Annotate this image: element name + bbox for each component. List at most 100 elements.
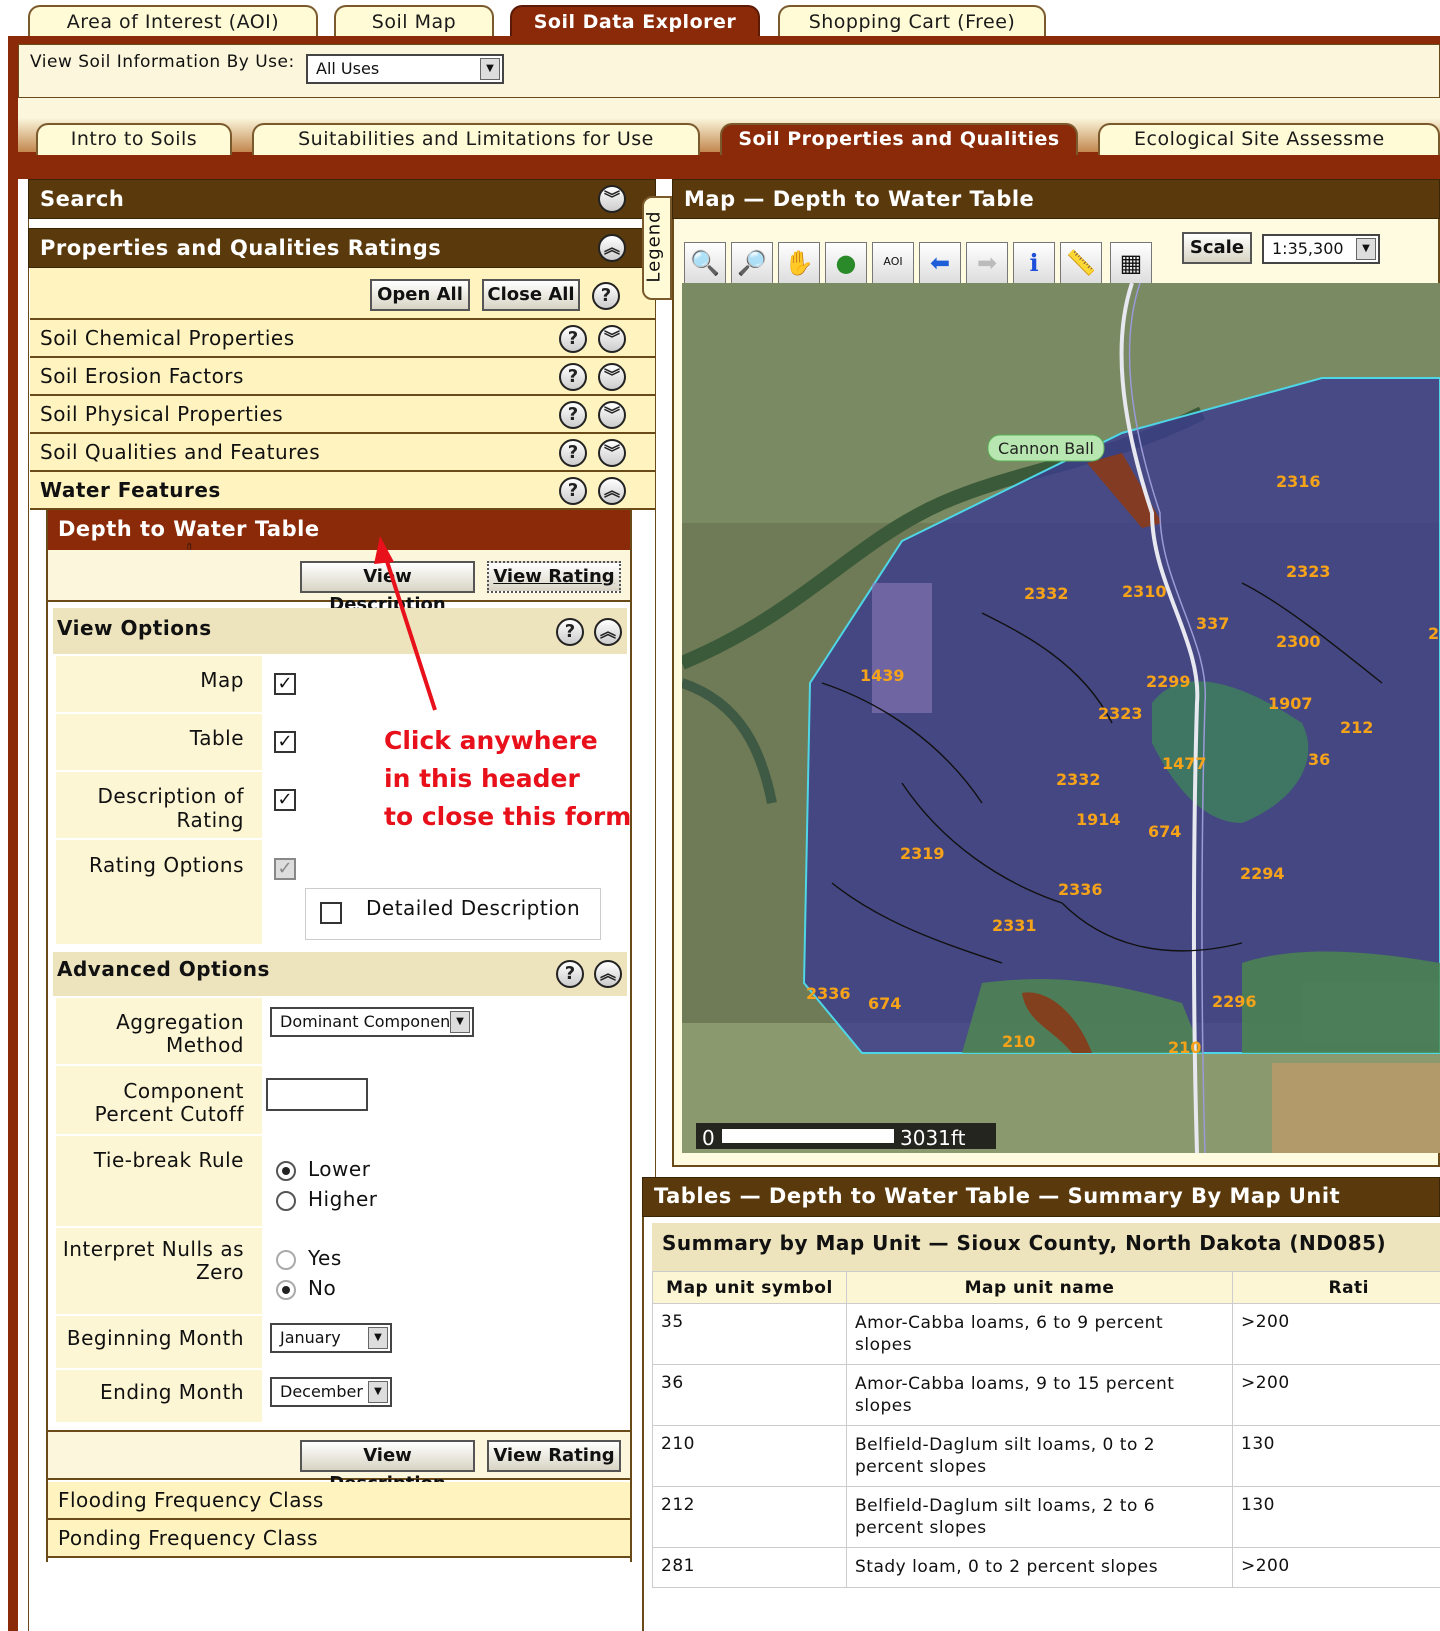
description-option-label-2: Rating <box>176 808 244 832</box>
tab-intro-to-soils[interactable]: Intro to Soils <box>36 123 232 155</box>
map-unit-label: 2300 <box>1276 632 1321 651</box>
zoom-out-icon[interactable]: 🔎 <box>731 242 773 284</box>
rating-value: 130 <box>1232 1425 1440 1487</box>
flooding-frequency-item[interactable]: Flooding Frequency Class <box>48 1482 630 1520</box>
map-checkbox[interactable]: ✓ <box>274 673 296 695</box>
close-all-button[interactable]: Close All <box>482 279 580 311</box>
use-filter-value: All Uses <box>316 59 380 78</box>
tab-soil-data-explorer[interactable]: Soil Data Explorer <box>510 5 760 39</box>
map-unit-name: Stady loam, 0 to 2 percent slopes <box>846 1547 1233 1588</box>
forward-arrow-icon[interactable]: ➡ <box>966 242 1008 284</box>
beginning-month-select[interactable]: January ▼ <box>270 1323 392 1353</box>
help-icon[interactable]: ? <box>559 477 587 505</box>
expand-down-icon[interactable]: ︾ <box>598 325 626 353</box>
yes-radio <box>276 1250 296 1270</box>
info-icon[interactable]: ℹ <box>1013 242 1055 284</box>
lower-radio[interactable] <box>276 1161 296 1181</box>
view-description-button[interactable]: View Description <box>300 1440 475 1494</box>
layers-icon[interactable]: ▦ <box>1110 242 1152 284</box>
map-header: Map — Depth to Water Table <box>672 179 1440 219</box>
search-header[interactable]: Search <box>28 179 656 219</box>
advanced-options-header[interactable]: Advanced Options <box>53 952 627 996</box>
description-checkbox[interactable]: ✓ <box>274 789 296 811</box>
use-filter-select[interactable]: All Uses ▼ <box>306 54 504 84</box>
name-line: Amor-Cabba loams, 6 to 9 percent <box>855 1313 1164 1333</box>
no-label: No <box>308 1276 337 1300</box>
tab-soil-properties[interactable]: Soil Properties and Qualities <box>720 123 1078 155</box>
category-label: Soil Qualities and Features <box>40 440 321 464</box>
tab-suitabilities[interactable]: Suitabilities and Limitations for Use <box>252 123 700 155</box>
tab-soil-map[interactable]: Soil Map <box>334 5 494 39</box>
tab-shopping-cart[interactable]: Shopping Cart (Free) <box>778 5 1046 39</box>
rating-value: >200 <box>1232 1364 1440 1426</box>
column-header[interactable]: Map unit name <box>846 1271 1233 1304</box>
ending-month-select[interactable]: December ▼ <box>270 1377 392 1407</box>
expand-down-icon[interactable]: ︾ <box>598 185 626 213</box>
help-icon[interactable]: ? <box>556 960 584 988</box>
column-header[interactable]: Rati <box>1232 1271 1440 1304</box>
map-unit-name: Amor-Cabba loams, 9 to 15 percent slopes <box>846 1364 1233 1426</box>
help-icon[interactable]: ? <box>559 363 587 391</box>
view-rating-button[interactable]: View Rating <box>487 561 621 593</box>
help-icon[interactable]: ? <box>559 325 587 353</box>
map-imagery: Cannon Ball 2316 2323 2332 2310 337 2300… <box>682 283 1440 1153</box>
category-label: Soil Erosion Factors <box>40 364 244 388</box>
map-unit-label: 2323 <box>1286 562 1331 581</box>
tab-area-of-interest[interactable]: Area of Interest (AOI) <box>28 5 318 39</box>
name-line: Stady loam, 0 to 2 percent slopes <box>855 1557 1159 1577</box>
table-checkbox[interactable]: ✓ <box>274 731 296 753</box>
scale-select[interactable]: 1:35,300 ▼ <box>1262 234 1380 264</box>
ratings-header[interactable]: Properties and Qualities Ratings <box>28 228 656 268</box>
depth-to-water-table-header[interactable]: Depth to Water Table <box>48 510 630 550</box>
map-canvas[interactable]: Cannon Ball 2316 2323 2332 2310 337 2300… <box>682 283 1440 1153</box>
measure-ruler-icon[interactable]: 📏 <box>1060 242 1102 284</box>
view-rating-button[interactable]: View Rating <box>487 1440 621 1472</box>
help-icon[interactable]: ? <box>559 439 587 467</box>
expand-down-icon[interactable]: ︾ <box>598 439 626 467</box>
expand-down-icon[interactable]: ︾ <box>598 401 626 429</box>
map-unit-label: 1907 <box>1268 694 1313 713</box>
globe-icon[interactable]: ● <box>825 242 867 284</box>
zoom-in-icon[interactable]: 🔍 <box>684 242 726 284</box>
scale-value: 1:35,300 <box>1272 239 1344 258</box>
map-unit-label: 2332 <box>1024 584 1069 603</box>
define-aoi-icon[interactable]: AOI <box>872 242 914 284</box>
scale-button[interactable]: Scale <box>1182 232 1252 264</box>
view-options-header[interactable]: View Options <box>53 608 627 654</box>
ponding-frequency-item[interactable]: Ponding Frequency Class <box>48 1520 630 1558</box>
table-row: 210 Belfield-Daglum silt loams, 0 to 2 pe… <box>652 1425 1440 1487</box>
annotation-line: Click anywhere <box>384 726 598 755</box>
map-unit-label: 2 <box>1428 624 1439 643</box>
cutoff-input[interactable] <box>266 1078 368 1111</box>
higher-radio[interactable] <box>276 1191 296 1211</box>
detailed-description-label: Detailed Description <box>366 896 581 920</box>
pan-hand-icon[interactable]: ✋ <box>778 242 820 284</box>
expand-down-icon[interactable]: ︾ <box>598 363 626 391</box>
chevron-down-icon: ▼ <box>1356 238 1376 260</box>
aggregation-select[interactable]: Dominant Component ▼ <box>270 1007 474 1037</box>
map-label-cannon-ball: Cannon Ball <box>987 434 1105 462</box>
open-all-button[interactable]: Open All <box>370 279 470 311</box>
help-icon[interactable]: ? <box>592 282 620 310</box>
column-header[interactable]: Map unit symbol <box>652 1271 847 1304</box>
collapse-up-icon[interactable]: ︽ <box>598 477 626 505</box>
table-row: 36 Amor-Cabba loams, 9 to 15 percent slop… <box>652 1364 1440 1426</box>
annotation-text: Click anywhere in this header to close t… <box>384 722 631 836</box>
collapse-up-icon[interactable]: ︽ <box>594 618 622 646</box>
map-unit-label: 1439 <box>860 666 905 685</box>
back-arrow-icon[interactable]: ⬅ <box>919 242 961 284</box>
name-line: Belfield-Daglum silt loams, 2 to 6 <box>855 1496 1156 1516</box>
help-icon[interactable]: ? <box>559 401 587 429</box>
map-unit-label: 1914 <box>1076 810 1121 829</box>
map-unit-label: 2331 <box>992 916 1037 935</box>
detailed-description-checkbox[interactable] <box>320 902 342 924</box>
rating-options-label: Rating Options <box>88 853 244 877</box>
collapse-up-icon[interactable]: ︽ <box>598 234 626 262</box>
help-icon[interactable]: ? <box>556 618 584 646</box>
tables-subtitle: Summary by Map Unit — Sioux County, Nort… <box>662 1231 1387 1255</box>
tab-ecological-site[interactable]: Ecological Site Assessme <box>1098 123 1440 155</box>
ponding-label: Ponding Frequency Class <box>58 1526 319 1550</box>
chevron-down-icon: ▼ <box>368 1327 388 1349</box>
table-row: 35 Amor-Cabba loams, 6 to 9 percent slope… <box>652 1303 1440 1365</box>
collapse-up-icon[interactable]: ︽ <box>594 960 622 988</box>
